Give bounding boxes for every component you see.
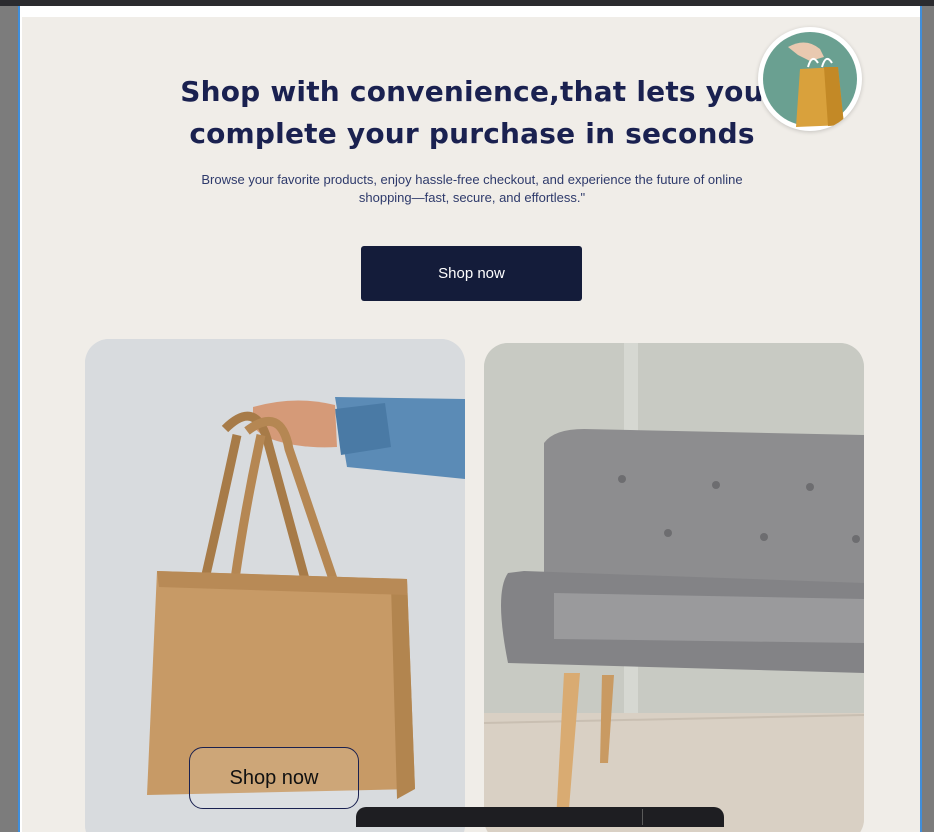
bottom-toolbar <box>356 807 724 827</box>
hero-title: Shop with convenience,that lets you comp… <box>180 75 764 150</box>
hand-holding-shopping-bag-icon <box>763 32 857 127</box>
sofa-card <box>484 343 864 832</box>
card-shop-now-button[interactable]: Shop now <box>189 747 359 809</box>
tote-bag-card: Shop now <box>85 339 465 832</box>
toolbar-divider <box>642 809 643 825</box>
hero-subtitle: Browse your favorite products, enjoy has… <box>201 172 743 205</box>
sofa-image <box>484 343 864 832</box>
shopping-bag-avatar <box>758 27 862 131</box>
shop-now-button[interactable]: Shop now <box>361 246 582 301</box>
landing-section: Shop with convenience,that lets you comp… <box>22 17 920 832</box>
